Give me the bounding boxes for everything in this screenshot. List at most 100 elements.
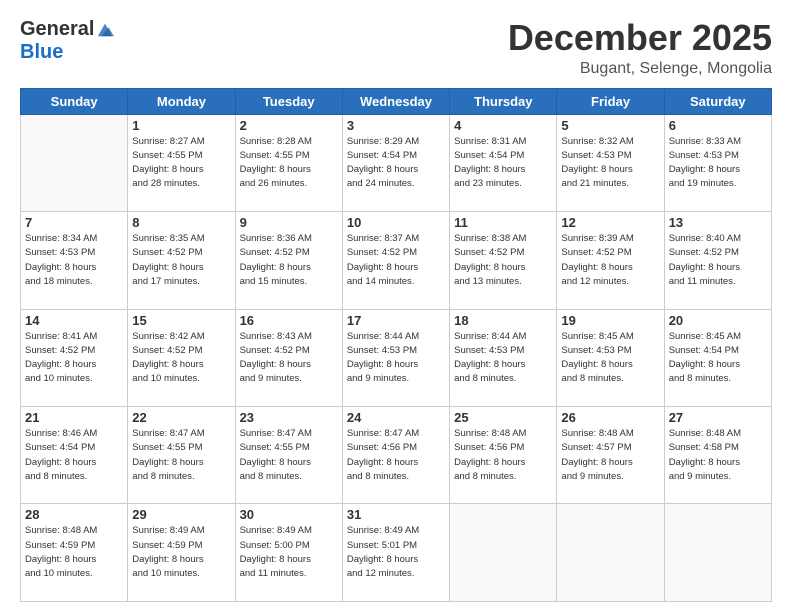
day-number: 28 — [25, 507, 123, 522]
day-info: Sunrise: 8:49 AM Sunset: 5:01 PM Dayligh… — [347, 524, 445, 581]
day-info: Sunrise: 8:39 AM Sunset: 4:52 PM Dayligh… — [561, 232, 659, 289]
title-block: December 2025 Bugant, Selenge, Mongolia — [508, 18, 772, 78]
day-info: Sunrise: 8:38 AM Sunset: 4:52 PM Dayligh… — [454, 232, 552, 289]
logo: General Blue — [20, 18, 114, 64]
day-number: 29 — [132, 507, 230, 522]
calendar-day-cell — [450, 504, 557, 602]
calendar-day-cell: 21 Sunrise: 8:46 AM Sunset: 4:54 PM Dayli… — [21, 407, 128, 504]
calendar-day-cell: 4Sunrise: 8:31 AM Sunset: 4:54 PM Daylig… — [450, 114, 557, 211]
day-number: 7 — [25, 215, 123, 230]
day-info: Sunrise: 8:44 AM Sunset: 4:53 PM Dayligh… — [454, 330, 552, 387]
calendar-week-row: 1 Sunrise: 8:27 AM Sunset: 4:55 PM Daylig… — [21, 114, 772, 211]
calendar-day-header: Wednesday — [342, 88, 449, 114]
day-info: Sunrise: 8:46 AM Sunset: 4:54 PM Dayligh… — [25, 427, 123, 484]
day-number: 17 — [347, 313, 445, 328]
day-info: Sunrise: 8:28 AM Sunset: 4:55 PM Dayligh… — [240, 135, 338, 192]
day-number: 19 — [561, 313, 659, 328]
day-info: Sunrise: 8:45 AM Sunset: 4:53 PM Dayligh… — [561, 330, 659, 387]
day-info: Sunrise: 8:40 AM Sunset: 4:52 PM Dayligh… — [669, 232, 767, 289]
calendar-day-cell: 26 Sunrise: 8:48 AM Sunset: 4:57 PM Dayli… — [557, 407, 664, 504]
calendar-day-cell: 19 Sunrise: 8:45 AM Sunset: 4:53 PM Dayli… — [557, 309, 664, 406]
day-number: 5 — [561, 118, 659, 133]
day-number: 31 — [347, 507, 445, 522]
day-info: Sunrise: 8:47 AM Sunset: 4:55 PM Dayligh… — [240, 427, 338, 484]
calendar-day-cell: 25Sunrise: 8:48 AM Sunset: 4:56 PM Dayli… — [450, 407, 557, 504]
logo-general: General — [20, 18, 94, 41]
calendar-day-cell: 20 Sunrise: 8:45 AM Sunset: 4:54 PM Dayli… — [664, 309, 771, 406]
calendar-day-cell: 18Sunrise: 8:44 AM Sunset: 4:53 PM Dayli… — [450, 309, 557, 406]
location-subtitle: Bugant, Selenge, Mongolia — [508, 60, 772, 78]
calendar-day-cell: 7 Sunrise: 8:34 AM Sunset: 4:53 PM Daylig… — [21, 212, 128, 309]
calendar-day-cell: 17Sunrise: 8:44 AM Sunset: 4:53 PM Dayli… — [342, 309, 449, 406]
day-number: 26 — [561, 410, 659, 425]
logo-blue-text: Blue — [20, 41, 63, 64]
day-number: 4 — [454, 118, 552, 133]
logo-icon — [96, 21, 114, 39]
day-info: Sunrise: 8:43 AM Sunset: 4:52 PM Dayligh… — [240, 330, 338, 387]
calendar-week-row: 7 Sunrise: 8:34 AM Sunset: 4:53 PM Daylig… — [21, 212, 772, 309]
calendar-day-cell: 29Sunrise: 8:49 AM Sunset: 4:59 PM Dayli… — [128, 504, 235, 602]
day-number: 13 — [669, 215, 767, 230]
day-info: Sunrise: 8:49 AM Sunset: 5:00 PM Dayligh… — [240, 524, 338, 581]
calendar-day-cell: 5 Sunrise: 8:32 AM Sunset: 4:53 PM Daylig… — [557, 114, 664, 211]
day-info: Sunrise: 8:35 AM Sunset: 4:52 PM Dayligh… — [132, 232, 230, 289]
day-info: Sunrise: 8:42 AM Sunset: 4:52 PM Dayligh… — [132, 330, 230, 387]
calendar-day-cell: 11Sunrise: 8:38 AM Sunset: 4:52 PM Dayli… — [450, 212, 557, 309]
calendar-day-cell — [21, 114, 128, 211]
calendar-day-header: Tuesday — [235, 88, 342, 114]
calendar-day-cell: 15 Sunrise: 8:42 AM Sunset: 4:52 PM Dayli… — [128, 309, 235, 406]
day-info: Sunrise: 8:36 AM Sunset: 4:52 PM Dayligh… — [240, 232, 338, 289]
calendar-day-header: Thursday — [450, 88, 557, 114]
day-number: 12 — [561, 215, 659, 230]
calendar-day-cell: 14 Sunrise: 8:41 AM Sunset: 4:52 PM Dayli… — [21, 309, 128, 406]
day-info: Sunrise: 8:48 AM Sunset: 4:57 PM Dayligh… — [561, 427, 659, 484]
day-number: 9 — [240, 215, 338, 230]
calendar-day-cell: 30 Sunrise: 8:49 AM Sunset: 5:00 PM Dayli… — [235, 504, 342, 602]
calendar-day-cell — [557, 504, 664, 602]
day-number: 14 — [25, 313, 123, 328]
day-number: 30 — [240, 507, 338, 522]
day-info: Sunrise: 8:47 AM Sunset: 4:56 PM Dayligh… — [347, 427, 445, 484]
calendar-day-cell: 24 Sunrise: 8:47 AM Sunset: 4:56 PM Dayli… — [342, 407, 449, 504]
calendar-day-cell: 27 Sunrise: 8:48 AM Sunset: 4:58 PM Dayli… — [664, 407, 771, 504]
calendar-day-cell: 16 Sunrise: 8:43 AM Sunset: 4:52 PM Dayli… — [235, 309, 342, 406]
calendar-day-cell: 3Sunrise: 8:29 AM Sunset: 4:54 PM Daylig… — [342, 114, 449, 211]
calendar-day-header: Monday — [128, 88, 235, 114]
day-number: 21 — [25, 410, 123, 425]
calendar-day-cell: 10 Sunrise: 8:37 AM Sunset: 4:52 PM Dayli… — [342, 212, 449, 309]
day-info: Sunrise: 8:48 AM Sunset: 4:58 PM Dayligh… — [669, 427, 767, 484]
calendar-day-cell: 23 Sunrise: 8:47 AM Sunset: 4:55 PM Dayli… — [235, 407, 342, 504]
day-number: 3 — [347, 118, 445, 133]
day-info: Sunrise: 8:48 AM Sunset: 4:59 PM Dayligh… — [25, 524, 123, 581]
day-number: 1 — [132, 118, 230, 133]
calendar-day-cell: 13 Sunrise: 8:40 AM Sunset: 4:52 PM Dayli… — [664, 212, 771, 309]
day-number: 8 — [132, 215, 230, 230]
day-info: Sunrise: 8:34 AM Sunset: 4:53 PM Dayligh… — [25, 232, 123, 289]
calendar-week-row: 21 Sunrise: 8:46 AM Sunset: 4:54 PM Dayli… — [21, 407, 772, 504]
calendar-day-header: Sunday — [21, 88, 128, 114]
calendar-day-cell: 22Sunrise: 8:47 AM Sunset: 4:55 PM Dayli… — [128, 407, 235, 504]
day-info: Sunrise: 8:37 AM Sunset: 4:52 PM Dayligh… — [347, 232, 445, 289]
day-number: 16 — [240, 313, 338, 328]
calendar-day-cell: 8 Sunrise: 8:35 AM Sunset: 4:52 PM Daylig… — [128, 212, 235, 309]
day-number: 24 — [347, 410, 445, 425]
day-info: Sunrise: 8:32 AM Sunset: 4:53 PM Dayligh… — [561, 135, 659, 192]
day-info: Sunrise: 8:41 AM Sunset: 4:52 PM Dayligh… — [25, 330, 123, 387]
calendar-week-row: 28 Sunrise: 8:48 AM Sunset: 4:59 PM Dayli… — [21, 504, 772, 602]
calendar-day-cell: 1 Sunrise: 8:27 AM Sunset: 4:55 PM Daylig… — [128, 114, 235, 211]
day-info: Sunrise: 8:45 AM Sunset: 4:54 PM Dayligh… — [669, 330, 767, 387]
logo-text: General — [20, 18, 114, 41]
calendar-week-row: 14 Sunrise: 8:41 AM Sunset: 4:52 PM Dayli… — [21, 309, 772, 406]
day-number: 23 — [240, 410, 338, 425]
day-number: 27 — [669, 410, 767, 425]
day-number: 15 — [132, 313, 230, 328]
calendar-day-cell: 2Sunrise: 8:28 AM Sunset: 4:55 PM Daylig… — [235, 114, 342, 211]
day-number: 10 — [347, 215, 445, 230]
calendar-table: SundayMondayTuesdayWednesdayThursdayFrid… — [20, 88, 772, 602]
day-number: 6 — [669, 118, 767, 133]
day-number: 25 — [454, 410, 552, 425]
header: General Blue December 2025 Bugant, Selen… — [20, 18, 772, 78]
day-number: 20 — [669, 313, 767, 328]
day-number: 22 — [132, 410, 230, 425]
day-info: Sunrise: 8:27 AM Sunset: 4:55 PM Dayligh… — [132, 135, 230, 192]
